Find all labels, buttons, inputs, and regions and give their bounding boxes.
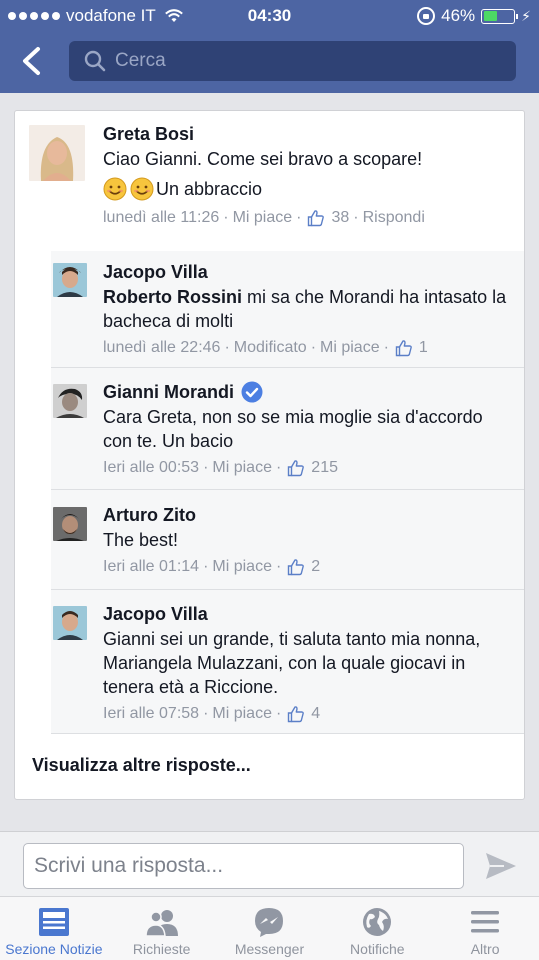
comment-meta: lunedì alle 11:26 · Mi piace · 38 · Risp… — [103, 209, 425, 227]
comment-body: Jacopo Villa Roberto Rossini mi sa che M… — [103, 261, 513, 357]
comment-body: Jacopo Villa Gianni sei un grande, ti sa… — [103, 603, 513, 723]
search-icon — [84, 50, 106, 72]
comment-thread-card: Greta Bosi Ciao Gianni. Come sei bravo a… — [14, 110, 525, 800]
orientation-lock-icon — [417, 7, 436, 25]
back-chevron-icon[interactable] — [20, 46, 44, 76]
like-count[interactable]: 4 — [311, 705, 320, 723]
tab-notifications[interactable]: Notifiche — [323, 897, 431, 960]
comment-text-line: Ciao Gianni. Come sei bravo a scopare! — [103, 149, 423, 169]
author-name[interactable]: Gianni Morandi — [103, 381, 234, 403]
search-input[interactable] — [115, 50, 475, 72]
comment-meta: Ieri alle 07:58 · Mi piace · 4 — [103, 705, 321, 723]
tab-label: Sezione Notizie — [5, 941, 103, 957]
menu-icon — [471, 911, 500, 933]
comment-text-line2: Un abbraccio — [103, 177, 508, 201]
comment-meta: Ieri alle 01:14 · Mi piace · 2 — [103, 558, 321, 576]
like-count[interactable]: 38 — [331, 209, 349, 227]
avatar[interactable] — [53, 384, 87, 418]
send-icon[interactable] — [484, 851, 518, 881]
tab-messenger[interactable]: Messenger — [216, 897, 324, 960]
comment-body: Greta Bosi Ciao Gianni. Come sei bravo a… — [103, 123, 508, 227]
comment: Greta Bosi Ciao Gianni. Come sei bravo a… — [15, 111, 524, 251]
timestamp[interactable]: lunedì alle 11:26 — [103, 209, 219, 227]
author-name[interactable]: Greta Bosi — [103, 123, 508, 145]
edited-label[interactable]: Modificato — [234, 339, 307, 357]
author-name[interactable]: Arturo Zito — [103, 504, 513, 526]
author-name[interactable]: Jacopo Villa — [103, 261, 513, 283]
thumbs-up-icon — [288, 706, 305, 723]
thumbs-up-icon — [308, 210, 325, 227]
reply-input[interactable] — [23, 843, 464, 889]
tab-label: Altro — [470, 941, 500, 957]
comment-text: Cara Greta, non so se mia moglie sia d'a… — [103, 407, 483, 451]
like-count[interactable]: 2 — [311, 558, 320, 576]
reply-comment: Gianni Morandi Cara Greta, non so se mia… — [51, 368, 524, 490]
comment-text: Gianni sei un grande, ti saluta tanto mi… — [103, 629, 481, 697]
comment-text: Ciao Gianni. Come sei bravo a scopare! U… — [103, 147, 508, 201]
battery-level — [483, 11, 497, 21]
author-name-row: Gianni Morandi — [103, 381, 513, 403]
like-count[interactable]: 215 — [311, 459, 338, 477]
timestamp[interactable]: Ieri alle 01:14 — [103, 558, 199, 576]
tab-label: Messenger — [234, 941, 305, 957]
comment-meta: lunedì alle 22:46 · Modificato · Mi piac… — [103, 339, 428, 357]
news-feed-icon — [38, 908, 69, 936]
messenger-icon — [255, 908, 284, 937]
avatar[interactable] — [29, 125, 85, 181]
friend-requests-icon — [144, 910, 178, 937]
timestamp[interactable]: Ieri alle 07:58 — [103, 705, 199, 723]
avatar[interactable] — [53, 606, 87, 640]
search-bar[interactable] — [69, 41, 516, 81]
like-count[interactable]: 1 — [419, 339, 428, 357]
battery-icon — [481, 8, 519, 24]
avatar[interactable] — [53, 507, 87, 541]
reply-link[interactable]: Rispondi — [363, 209, 425, 227]
smiley-emoji-icon — [130, 177, 154, 201]
thumbs-up-icon — [288, 460, 305, 477]
comment-meta: Ieri alle 00:53 · Mi piace · 215 — [103, 459, 338, 477]
reply-comment: Arturo Zito The best! Ieri alle 01:14 · … — [51, 490, 524, 590]
thumbs-up-icon — [395, 340, 412, 357]
reply-composer — [0, 831, 539, 896]
comment-body: Arturo Zito The best! Ieri alle 01:14 · … — [103, 504, 513, 576]
like-link[interactable]: Mi piace — [212, 705, 272, 723]
globe-icon — [363, 908, 392, 936]
thumbs-up-icon — [288, 559, 305, 576]
tab-more[interactable]: Altro — [431, 897, 539, 960]
comment-text-continued: Un abbraccio — [156, 179, 263, 199]
verified-badge-icon — [241, 381, 263, 403]
author-name[interactable]: Jacopo Villa — [103, 603, 513, 625]
avatar[interactable] — [53, 263, 87, 297]
like-link[interactable]: Mi piace — [320, 339, 380, 357]
navigation-header: vodafone IT 04:30 46% ⚡ — [0, 0, 539, 93]
view-more-replies-link[interactable]: Visualizza altre risposte... — [32, 755, 251, 776]
comment-body: Gianni Morandi Cara Greta, non so se mia… — [103, 381, 513, 477]
reply-comment: Jacopo Villa Roberto Rossini mi sa che M… — [51, 251, 524, 368]
battery-status: 46% ⚡ — [417, 6, 531, 26]
tab-bar: Sezione Notizie Richieste Messenger Noti… — [0, 896, 539, 960]
comment-text: The best! — [103, 530, 179, 550]
like-link[interactable]: Mi piace — [233, 209, 293, 227]
reply-comment: Jacopo Villa Gianni sei un grande, ti sa… — [51, 590, 524, 734]
tab-label: Notifiche — [350, 941, 405, 957]
tab-label: Richieste — [132, 941, 191, 957]
like-link[interactable]: Mi piace — [212, 459, 272, 477]
status-bar: vodafone IT 04:30 46% ⚡ — [0, 0, 539, 32]
battery-percent: 46% — [441, 6, 476, 25]
tab-news-feed[interactable]: Sezione Notizie — [0, 897, 108, 960]
mentioned-user[interactable]: Roberto Rossini — [103, 287, 242, 307]
smiley-emoji-icon — [103, 177, 127, 201]
like-link[interactable]: Mi piace — [212, 558, 272, 576]
charging-icon: ⚡ — [521, 7, 531, 24]
comment-text: Roberto Rossini mi sa che Morandi ha int… — [103, 285, 513, 333]
timestamp[interactable]: Ieri alle 00:53 — [103, 459, 199, 477]
timestamp[interactable]: lunedì alle 22:46 — [103, 339, 220, 357]
tab-friend-requests[interactable]: Richieste — [108, 897, 216, 960]
